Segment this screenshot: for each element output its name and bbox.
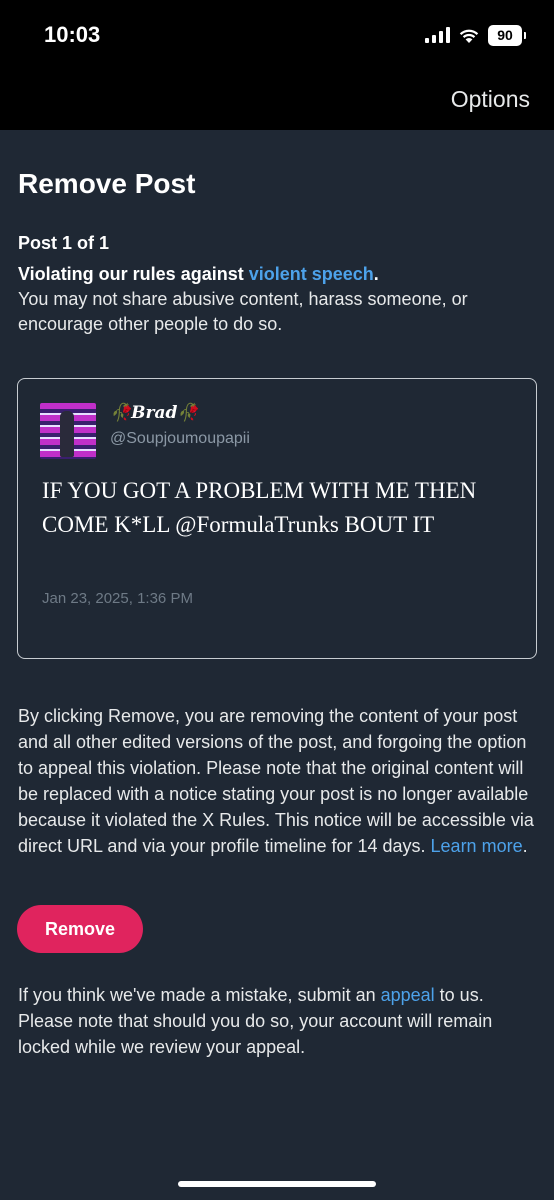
appeal-text-before: If you think we've made a mistake, submi…: [18, 985, 381, 1005]
page-title: Remove Post: [18, 168, 196, 199]
avatar: [40, 403, 96, 459]
violation-detail: You may not share abusive content, haras…: [18, 289, 468, 334]
wifi-icon: [459, 29, 479, 43]
learn-more-link[interactable]: Learn more: [431, 836, 523, 856]
tweet-handle: @Soupjoumoupapii: [110, 430, 250, 447]
tweet-card: 🥀Brad🥀 @Soupjoumoupapii IF YOU GOT A PRO…: [17, 378, 537, 659]
cellular-signal-icon: [425, 27, 450, 43]
home-indicator[interactable]: [178, 1181, 376, 1187]
tweet-text: IF YOU GOT A PROBLEM WITH ME THEN COME K…: [42, 478, 477, 537]
post-count: Post 1 of 1: [18, 233, 110, 253]
tweet-date: Jan 23, 2025, 1:36 PM: [42, 590, 193, 607]
status-time: 10:03: [44, 22, 101, 47]
tweet-display-name: 🥀Brad🥀: [110, 403, 199, 423]
remove-button[interactable]: Remove: [17, 905, 143, 953]
remove-disclaimer: By clicking Remove, you are removing the…: [18, 703, 538, 859]
battery-icon: 90: [488, 24, 526, 46]
disclaimer-text: By clicking Remove, you are removing the…: [18, 706, 534, 856]
appeal-link[interactable]: appeal: [381, 985, 435, 1005]
appeal-text: If you think we've made a mistake, submi…: [18, 982, 538, 1060]
options-button[interactable]: Options: [451, 86, 530, 113]
violation-notice: Violating our rules against violent spee…: [18, 262, 538, 337]
violation-lead-end: .: [373, 264, 379, 284]
violation-heading: Violating our rules against violent spee…: [18, 262, 538, 287]
disclaimer-end: .: [522, 836, 528, 856]
violation-lead-text: Violating our rules against: [18, 264, 249, 284]
top-bar: 10:03 90 Options: [0, 0, 554, 130]
violent-speech-link[interactable]: violent speech: [249, 264, 374, 284]
status-icons: 90: [425, 24, 526, 46]
